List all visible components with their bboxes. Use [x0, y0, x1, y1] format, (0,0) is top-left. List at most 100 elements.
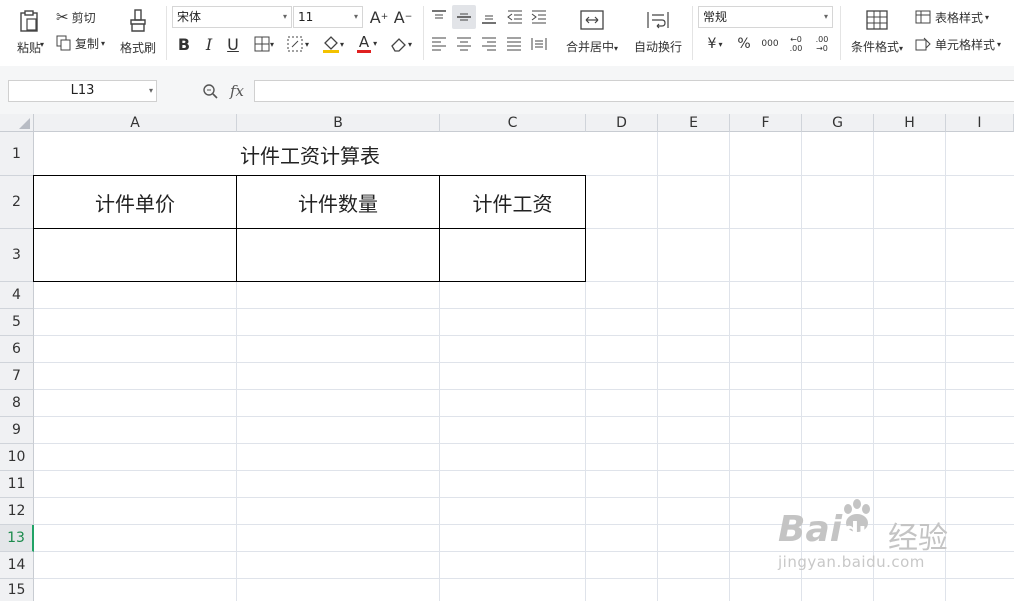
conditional-format-button[interactable]: 条件格式▾ — [846, 6, 908, 58]
row-header-12[interactable]: 12 — [0, 498, 34, 525]
insert-function-button[interactable]: fx — [226, 80, 248, 102]
decrease-decimal-button[interactable]: .00 →0 — [810, 32, 834, 56]
gridline — [657, 132, 658, 601]
paint-bucket-icon — [322, 36, 339, 53]
row-header-9[interactable]: 9 — [0, 417, 34, 444]
column-header-i[interactable]: I — [946, 114, 1014, 132]
row-header-6[interactable]: 6 — [0, 336, 34, 363]
font-size-select[interactable]: 11 ▾ — [293, 6, 363, 28]
separator — [692, 6, 693, 60]
copy-icon — [56, 35, 71, 51]
data-cell-b3[interactable] — [236, 228, 440, 282]
fill-pattern-icon — [287, 36, 303, 52]
chevron-down-icon: ▾ — [823, 12, 828, 21]
cell-style-button[interactable]: 单元格样式 ▾ — [915, 34, 1001, 54]
jingyan-text: 经验 — [888, 521, 948, 556]
increase-font-button[interactable]: A + — [370, 7, 389, 27]
copy-button[interactable]: 复制 ▾ — [56, 34, 105, 52]
distributed-align-button[interactable] — [528, 34, 550, 54]
italic-button[interactable]: I — [200, 34, 218, 54]
thousands-separator-button[interactable]: 000 — [758, 34, 782, 54]
table-style-button[interactable]: 表格样式 ▾ — [915, 7, 989, 27]
gridline — [34, 443, 1014, 444]
number-format-select[interactable]: 常规 ▾ — [698, 6, 833, 28]
data-cell-a3[interactable] — [33, 228, 237, 282]
justify-icon — [507, 37, 521, 51]
row-header-7[interactable]: 7 — [0, 363, 34, 390]
bold-button[interactable]: B — [175, 34, 193, 54]
row-header-13-active[interactable]: 13 — [0, 525, 34, 552]
cell-style-label: 单元格样式 — [935, 37, 996, 52]
align-top-button[interactable] — [428, 7, 450, 27]
column-header-g[interactable]: G — [802, 114, 874, 132]
column-header-b[interactable]: B — [237, 114, 440, 132]
gridline — [34, 308, 1014, 309]
data-cell-c3[interactable] — [439, 228, 586, 282]
row-header-15[interactable]: 15 — [0, 579, 34, 601]
currency-button[interactable]: ¥ ▾ — [700, 34, 730, 54]
font-name-select[interactable]: 宋体 ▾ — [172, 6, 292, 28]
header-cell-a2[interactable]: 计件单价 — [33, 175, 237, 229]
name-box[interactable]: L13 ▾ — [8, 80, 157, 102]
column-header-d[interactable]: D — [586, 114, 658, 132]
row-header-3[interactable]: 3 — [0, 229, 34, 282]
copy-label: 复制 — [75, 36, 100, 51]
align-bottom-icon — [482, 15, 496, 24]
cut-button[interactable]: ✂ 剪切 — [56, 8, 96, 26]
paste-button[interactable]: 粘贴 — [10, 4, 48, 60]
merge-center-label: 合并居中 — [565, 39, 614, 54]
fill-color-button[interactable]: ▾ — [318, 34, 348, 54]
gridline — [34, 362, 1014, 363]
column-header-a[interactable]: A — [34, 114, 237, 132]
cell-fill-style-button[interactable]: ▾ — [283, 34, 313, 54]
row-header-2[interactable]: 2 — [0, 176, 34, 229]
decrease-font-button[interactable]: A − — [394, 7, 413, 27]
column-header-c[interactable]: C — [440, 114, 586, 132]
align-bottom-button[interactable] — [478, 7, 500, 27]
decrease-indent-button[interactable] — [504, 7, 526, 27]
format-painter-button[interactable]: 格式刷 — [118, 4, 158, 60]
row-header-1[interactable]: 1 — [0, 132, 34, 176]
header-cell-b2[interactable]: 计件数量 — [236, 175, 440, 229]
row-header-4[interactable]: 4 — [0, 282, 34, 309]
column-header-f[interactable]: F — [730, 114, 802, 132]
formula-input[interactable] — [254, 80, 1014, 102]
column-header-h[interactable]: H — [874, 114, 946, 132]
wrap-text-button[interactable]: 自动换行 — [630, 6, 686, 58]
row-header-10[interactable]: 10 — [0, 444, 34, 471]
paste-label: 粘贴 — [16, 40, 41, 55]
baidu-watermark: Bai du 经验 jingyan.baidu.com — [778, 499, 1008, 585]
align-middle-button[interactable] — [452, 5, 476, 29]
underline-button[interactable]: U — [224, 34, 242, 54]
align-center-button[interactable] — [453, 34, 475, 54]
paste-dropdown-icon[interactable]: ▾ — [40, 40, 44, 49]
increase-indent-button[interactable] — [528, 7, 550, 27]
row-header-8[interactable]: 8 — [0, 390, 34, 417]
row-header-5[interactable]: 5 — [0, 309, 34, 336]
font-name-value: 宋体 — [177, 10, 202, 24]
title-cell-a1-c1[interactable]: 计件工资计算表 — [34, 132, 586, 176]
font-color-icon: A — [356, 32, 372, 53]
align-right-button[interactable] — [478, 34, 500, 54]
copy-dropdown-icon[interactable]: ▾ — [101, 39, 105, 48]
increase-decimal-button[interactable]: ←0 .00 — [784, 32, 808, 56]
chevron-down-icon: ▾ — [282, 12, 287, 21]
select-all-button[interactable] — [0, 114, 34, 132]
row-header-11[interactable]: 11 — [0, 471, 34, 498]
merge-center-button[interactable]: 合并居中▾ — [560, 6, 624, 58]
border-button[interactable]: ▾ — [250, 34, 278, 54]
column-header-e[interactable]: E — [658, 114, 730, 132]
justify-button[interactable] — [503, 34, 525, 54]
ribbon-toolbar: 粘贴 ▾ ✂ 剪切 复制 ▾ 格式刷 宋体 ▾ 11 ▾ A + A − B I U… — [0, 0, 1014, 67]
align-left-button[interactable] — [428, 34, 450, 54]
merge-cells-icon — [580, 9, 604, 30]
eraser-icon — [391, 38, 406, 52]
percent-button[interactable]: % — [734, 34, 754, 54]
row-header-14[interactable]: 14 — [0, 552, 34, 579]
outdent-icon — [507, 10, 522, 24]
table-style-icon — [915, 10, 931, 24]
header-cell-c2[interactable]: 计件工资 — [439, 175, 586, 229]
zoom-formula-button[interactable] — [200, 80, 220, 102]
font-color-button[interactable]: A ▾ — [352, 32, 382, 54]
clear-format-button[interactable]: ▾ — [386, 34, 416, 54]
